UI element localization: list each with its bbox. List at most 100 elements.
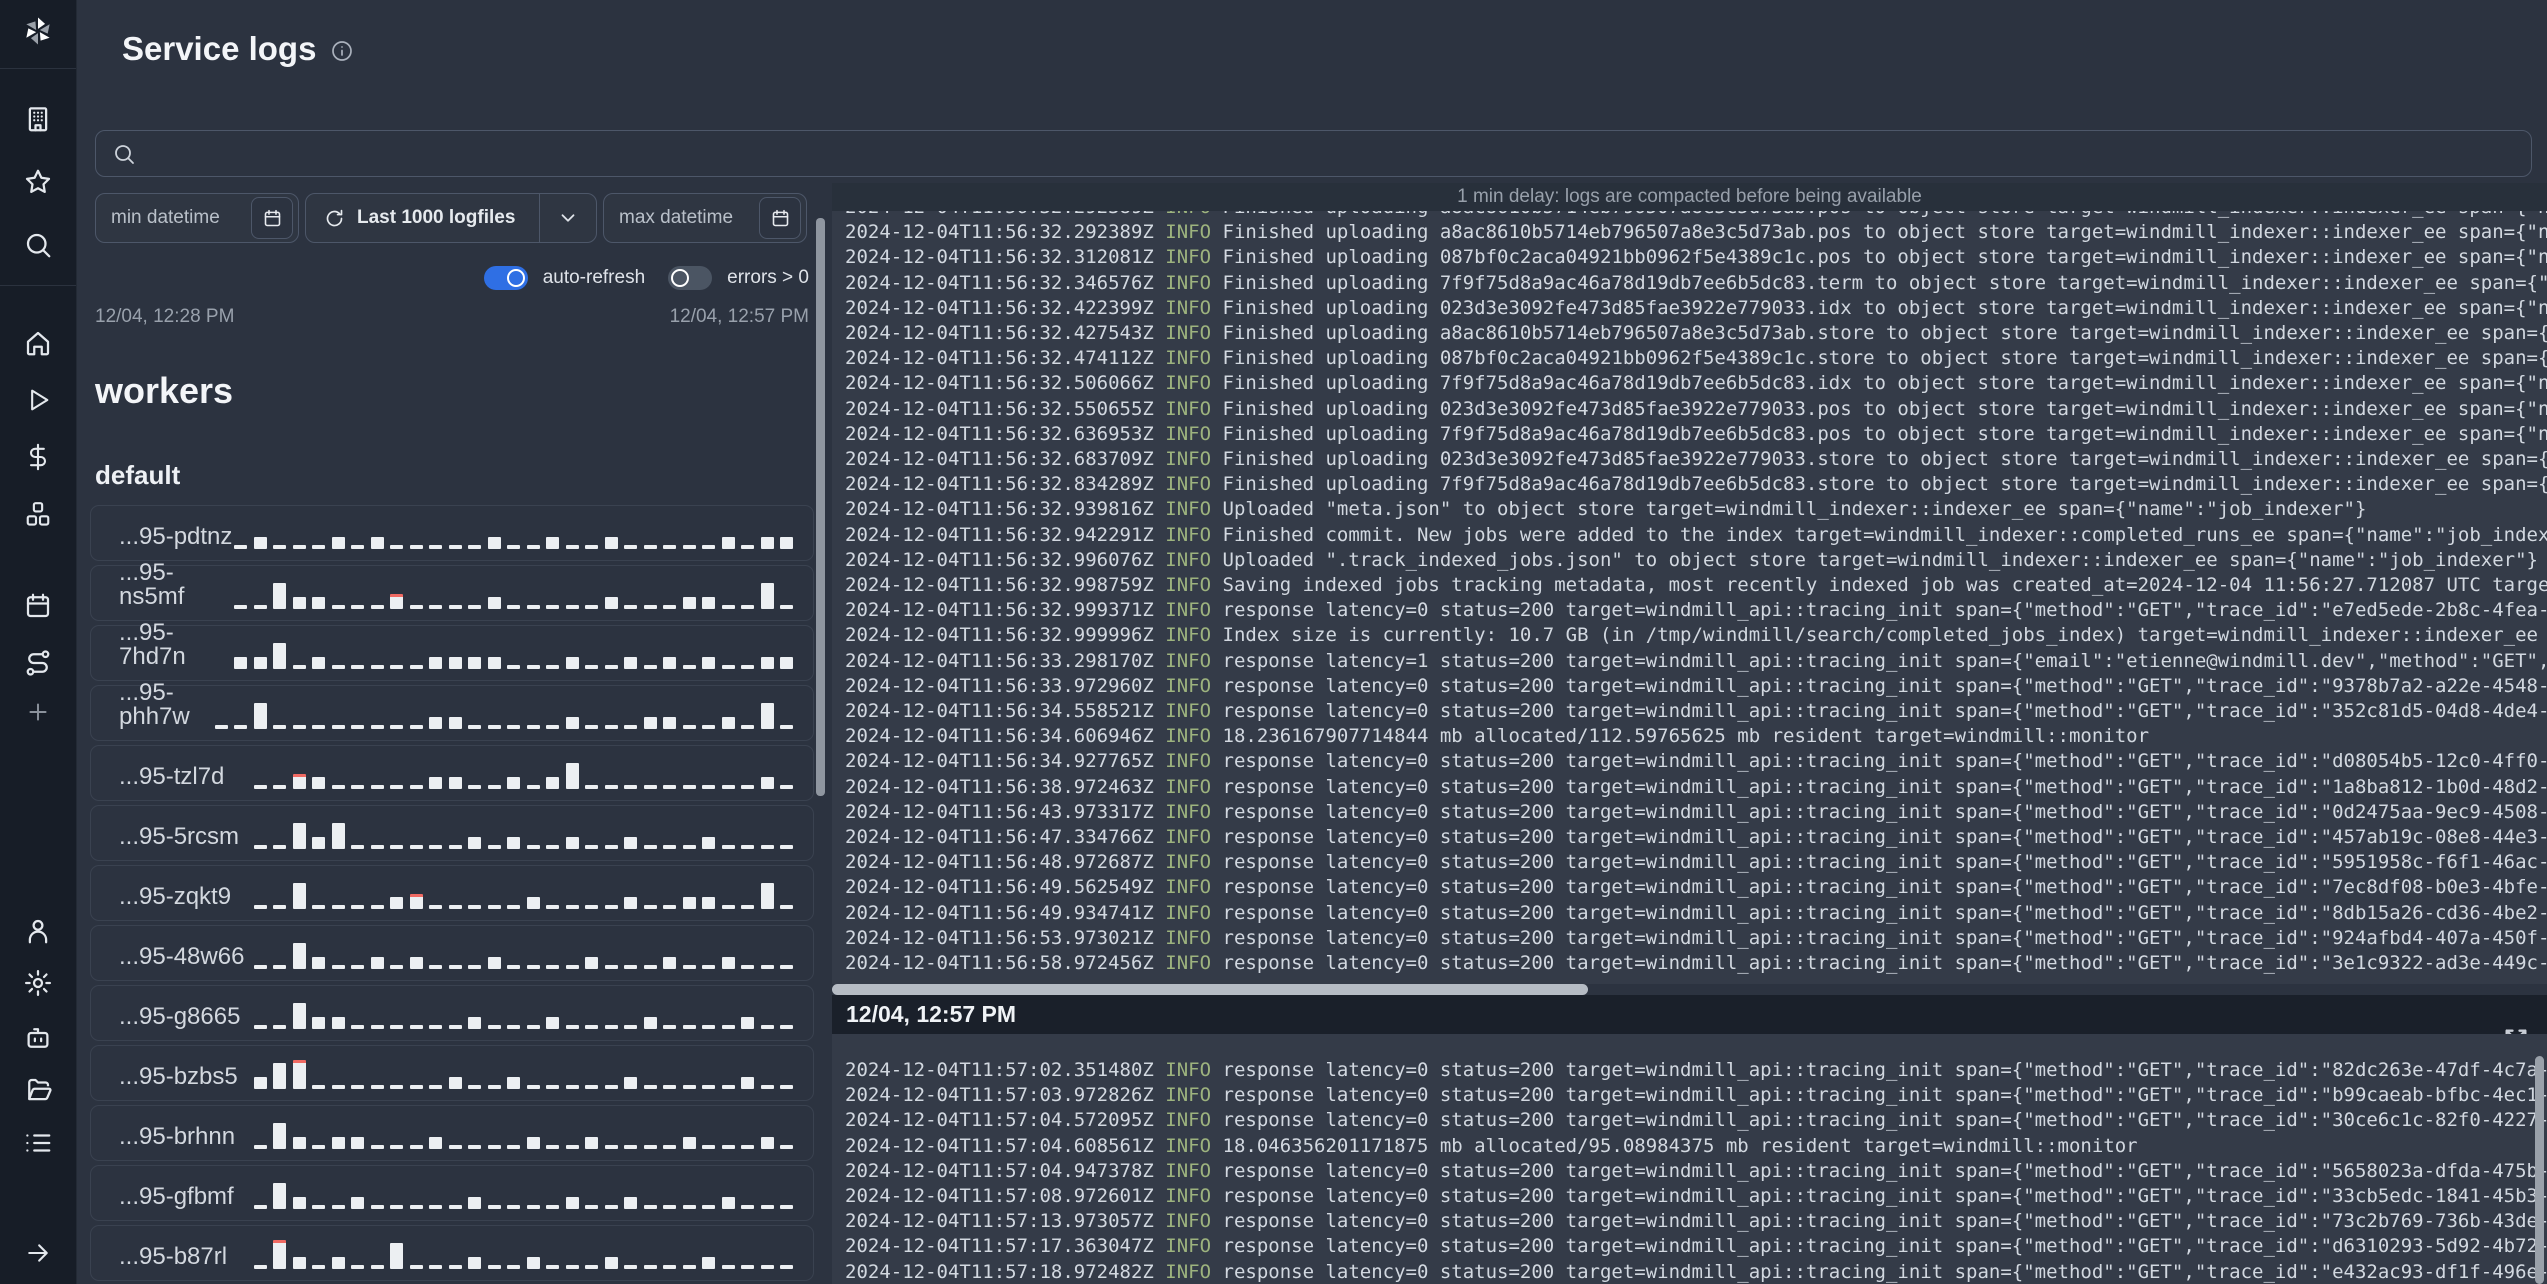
activity-bar bbox=[546, 1205, 559, 1209]
min-datetime-calendar-button[interactable] bbox=[251, 197, 293, 239]
activity-bar bbox=[760, 965, 774, 969]
activity-bar bbox=[429, 1085, 442, 1089]
activity-bar bbox=[643, 1145, 657, 1149]
favorites-star-icon[interactable] bbox=[23, 167, 53, 197]
resources-boxes-icon[interactable] bbox=[23, 500, 53, 530]
worker-row[interactable]: ...95-b87rl bbox=[90, 1225, 814, 1281]
min-datetime-field[interactable]: min datetime bbox=[95, 193, 299, 243]
activity-bar bbox=[624, 1197, 637, 1209]
info-icon[interactable] bbox=[330, 39, 354, 63]
activity-bar bbox=[331, 1017, 345, 1029]
activity-bar bbox=[409, 545, 423, 549]
worker-activity-bars bbox=[253, 755, 793, 789]
sidebar-divider bbox=[0, 285, 76, 286]
worker-row[interactable]: ...95-tzl7d bbox=[90, 745, 814, 801]
auto-refresh-toggle[interactable] bbox=[483, 266, 528, 290]
add-plus-icon[interactable] bbox=[25, 699, 51, 725]
folders-icon[interactable] bbox=[23, 1075, 53, 1105]
settings-gear-icon[interactable] bbox=[23, 968, 53, 998]
windmill-logo-icon[interactable] bbox=[21, 14, 55, 48]
activity-bar bbox=[702, 837, 715, 849]
home-icon[interactable] bbox=[23, 328, 53, 358]
activity-bar bbox=[234, 725, 247, 729]
activity-bar bbox=[760, 583, 774, 609]
activity-bar bbox=[721, 1265, 735, 1269]
activity-bar bbox=[546, 1145, 559, 1149]
activity-bar bbox=[682, 665, 696, 669]
activity-bar bbox=[702, 785, 715, 789]
activity-bar bbox=[448, 965, 462, 969]
worker-row[interactable]: ...95-5rcsm bbox=[90, 805, 814, 861]
worker-row[interactable]: ...95-brhnn bbox=[90, 1105, 814, 1161]
activity-bar bbox=[663, 1265, 676, 1269]
activity-bar bbox=[721, 1145, 735, 1149]
activity-bar bbox=[253, 657, 267, 669]
activity-bar bbox=[780, 1145, 793, 1149]
worker-name: ...95-zqkt9 bbox=[119, 883, 232, 910]
log-line: 2024-12-04T11:57:04.947378Z INFO respons… bbox=[845, 1159, 2547, 1182]
variables-dollar-icon[interactable] bbox=[24, 443, 52, 471]
audit-logs-list-icon[interactable] bbox=[23, 1128, 53, 1158]
activity-bar bbox=[292, 1003, 306, 1029]
log-horizontal-scrollbar[interactable] bbox=[832, 984, 1588, 995]
max-datetime-calendar-button[interactable] bbox=[759, 197, 801, 239]
activity-bar bbox=[448, 845, 462, 849]
worker-row[interactable]: ...95-gfbmf bbox=[90, 1165, 814, 1221]
worker-row[interactable]: ...95-48w66 bbox=[90, 925, 814, 981]
activity-bar bbox=[760, 1137, 774, 1149]
user-icon[interactable] bbox=[23, 916, 53, 946]
workers-scrollbar[interactable] bbox=[816, 218, 825, 796]
log-line: 2024-12-04T11:56:32.312081Z INFO Finishe… bbox=[845, 246, 2547, 269]
flows-route-icon[interactable] bbox=[23, 648, 53, 678]
search-input[interactable] bbox=[95, 130, 2532, 177]
activity-bar bbox=[526, 605, 540, 609]
log-vertical-scrollbar[interactable] bbox=[2535, 1056, 2544, 1284]
activity-bar bbox=[507, 965, 520, 969]
schedules-calendar-icon[interactable] bbox=[23, 591, 53, 621]
errors-toggle[interactable] bbox=[668, 266, 713, 290]
search-nav-icon[interactable] bbox=[23, 230, 53, 260]
activity-bar bbox=[273, 1183, 286, 1209]
worker-row[interactable]: ...95-ns5mf bbox=[90, 561, 814, 621]
logfiles-dropdown-button[interactable] bbox=[539, 194, 596, 242]
worker-row[interactable]: ...95-g8665 bbox=[90, 985, 814, 1041]
toggles-row: auto-refresh errors > 0 bbox=[95, 266, 809, 290]
activity-bar bbox=[312, 905, 325, 909]
log-pane-top[interactable]: 2024-12-04T11:56:32.292389Z INFO Finishe… bbox=[832, 211, 2547, 984]
activity-bar bbox=[429, 1265, 442, 1269]
runs-play-icon[interactable] bbox=[24, 386, 52, 414]
activity-bar bbox=[565, 605, 579, 609]
worker-name: ...95-bzbs5 bbox=[119, 1063, 238, 1090]
activity-bar bbox=[702, 1145, 715, 1149]
workspace-building-icon[interactable] bbox=[23, 104, 53, 134]
max-datetime-field[interactable]: max datetime bbox=[603, 193, 807, 243]
activity-bar bbox=[585, 545, 598, 549]
activity-bar bbox=[741, 1017, 754, 1029]
worker-activity-bars bbox=[253, 1235, 793, 1269]
activity-bar bbox=[780, 537, 793, 549]
activity-bar bbox=[546, 725, 559, 729]
activity-bar bbox=[585, 1205, 598, 1209]
activity-bar bbox=[292, 545, 306, 549]
activity-bar bbox=[760, 1265, 774, 1269]
activity-bar bbox=[409, 1205, 423, 1209]
activity-bar bbox=[624, 605, 637, 609]
worker-row[interactable]: ...95-7hd7n bbox=[90, 621, 814, 681]
activity-bar bbox=[429, 605, 442, 609]
worker-row[interactable]: ...95-bzbs5 bbox=[90, 1045, 814, 1101]
worker-row[interactable]: ...95-zqkt9 bbox=[90, 865, 814, 921]
activity-bar bbox=[273, 643, 286, 669]
workers-robot-icon[interactable] bbox=[23, 1023, 53, 1053]
log-pane-bottom[interactable]: 2024-12-04T11:57:02.351480Z INFO respons… bbox=[832, 1034, 2547, 1284]
activity-bar bbox=[682, 1265, 696, 1269]
activity-bar bbox=[741, 545, 754, 549]
activity-bar bbox=[487, 785, 501, 789]
activity-bar bbox=[604, 1145, 618, 1149]
logfiles-select[interactable]: Last 1000 logfiles bbox=[305, 193, 597, 243]
activity-bar bbox=[663, 1145, 676, 1149]
log-line: 2024-12-04T11:56:48.972687Z INFO respons… bbox=[845, 851, 2547, 874]
worker-row[interactable]: ...95-pdtnz bbox=[90, 505, 814, 561]
expand-sidebar-arrow-icon[interactable] bbox=[24, 1239, 52, 1267]
activity-bar bbox=[721, 905, 735, 909]
worker-row[interactable]: ...95-phh7w bbox=[90, 681, 814, 741]
